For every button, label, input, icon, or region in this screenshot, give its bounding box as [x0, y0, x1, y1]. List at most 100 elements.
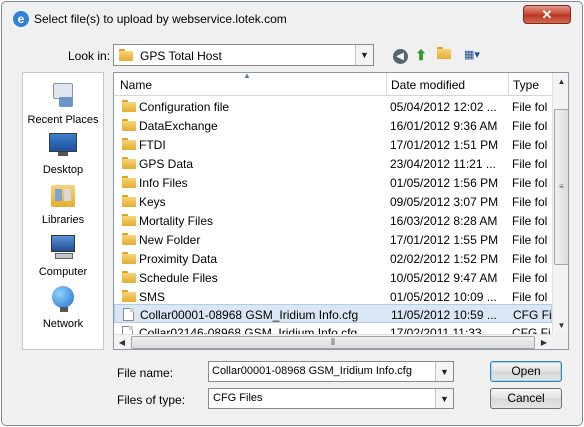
list-item[interactable]: New Folder 17/01/2012 1:55 PM File fol: [114, 230, 552, 249]
internet-explorer-icon: e: [13, 11, 29, 27]
view-menu-button[interactable]: ▦▾: [459, 46, 485, 64]
file-date: 01/05/2012 10:09 ...: [390, 290, 497, 304]
look-in-label: Look in:: [68, 49, 111, 63]
file-name: GPS Data: [139, 157, 194, 171]
horizontal-scrollbar[interactable]: ◀ ⦀ ▶: [114, 334, 552, 349]
new-folder-icon: [437, 47, 451, 59]
list-item-selected[interactable]: Collar00001-08968 GSM_Iridium Info.cfg 1…: [114, 304, 552, 323]
list-item[interactable]: Schedule Files 10/05/2012 9:47 AM File f…: [114, 268, 552, 287]
file-name: Mortality Files: [139, 214, 214, 228]
places-bar: Recent Places Desktop Libraries Computer: [22, 72, 104, 350]
open-button[interactable]: Open: [490, 361, 562, 382]
file-type: File fol: [512, 195, 548, 209]
place-label: Network: [42, 318, 84, 330]
vertical-scrollbar[interactable]: ▲ ≡ ▼: [552, 73, 568, 334]
sort-ascending-icon: ▲: [243, 72, 251, 80]
scroll-up-icon[interactable]: ▲: [553, 73, 568, 90]
files-of-type-dropdown[interactable]: CFG Files ▼: [208, 388, 454, 409]
file-date: 17/01/2012 1:51 PM: [390, 138, 499, 152]
file-upload-dialog: e Select file(s) to upload by webservice…: [1, 1, 583, 426]
list-item[interactable]: DataExchange 16/01/2012 9:36 AM File fol: [114, 116, 552, 135]
place-computer[interactable]: Computer: [23, 233, 103, 278]
file-list[interactable]: ▲ Name Date modified Type Configuration …: [113, 72, 569, 350]
list-item[interactable]: Keys 09/05/2012 3:07 PM File fol: [114, 192, 552, 211]
place-label: Computer: [38, 266, 88, 278]
place-label: Recent Places: [27, 114, 99, 126]
file-name: Keys: [139, 195, 166, 209]
cancel-button[interactable]: Cancel: [490, 388, 562, 409]
list-item[interactable]: Mortality Files 16/03/2012 8:28 AM File …: [114, 211, 552, 230]
folder-icon: [122, 290, 136, 302]
column-divider[interactable]: [386, 73, 387, 96]
desktop-icon: [47, 131, 79, 159]
file-name: SMS: [139, 290, 166, 304]
vertical-scroll-thumb[interactable]: ≡: [554, 109, 568, 265]
scroll-left-icon[interactable]: ◀: [114, 335, 130, 349]
file-date: 23/04/2012 11:21 ...: [390, 157, 496, 171]
file-name-value: Collar00001-08968 GSM_Iridium Info.cfg: [212, 365, 412, 377]
folder-icon: [122, 271, 136, 283]
file-name: FTDI: [139, 138, 166, 152]
folder-icon: [119, 49, 133, 61]
file-type: CFG Fi: [513, 308, 552, 322]
recent-places-icon: [47, 81, 79, 109]
back-button[interactable]: ◀: [391, 46, 409, 64]
file-type: File fol: [512, 138, 548, 152]
list-item[interactable]: Proximity Data 02/02/2012 1:52 PM File f…: [114, 249, 552, 268]
file-type: File fol: [512, 100, 548, 114]
file-date: 16/03/2012 8:28 AM: [390, 214, 498, 228]
file-type: File fol: [512, 119, 548, 133]
computer-icon: [47, 233, 79, 261]
files-of-type-value: CFG Files: [213, 392, 263, 404]
list-item[interactable]: GPS Data 23/04/2012 11:21 ... File fol: [114, 154, 552, 173]
column-header-name[interactable]: Name: [120, 78, 152, 92]
place-desktop[interactable]: Desktop: [23, 131, 103, 176]
file-name-input[interactable]: Collar00001-08968 GSM_Iridium Info.cfg ▼: [208, 361, 454, 382]
file-type: File fol: [512, 157, 548, 171]
file-type: File fol: [512, 233, 548, 247]
scroll-down-icon[interactable]: ▼: [553, 317, 568, 334]
files-of-type-label: Files of type:: [117, 393, 186, 407]
file-type: File fol: [512, 176, 548, 190]
new-folder-button[interactable]: [434, 46, 454, 64]
place-recent-places[interactable]: Recent Places: [23, 81, 103, 126]
folder-icon: [122, 176, 136, 188]
look-in-dropdown[interactable]: GPS Total Host ▼: [113, 44, 374, 66]
folder-icon: [122, 138, 136, 150]
column-header-type[interactable]: Type: [513, 78, 539, 92]
place-network[interactable]: Network: [23, 285, 103, 330]
close-button[interactable]: ✕: [523, 5, 571, 24]
file-date: 11/05/2012 10:59 ...: [391, 308, 497, 322]
file-date: 10/05/2012 9:47 AM: [390, 271, 498, 285]
look-in-value: GPS Total Host: [140, 49, 222, 63]
place-label: Libraries: [41, 214, 85, 226]
libraries-icon: [47, 181, 79, 209]
horizontal-scroll-thumb[interactable]: ⦀: [131, 336, 535, 349]
up-one-level-button[interactable]: ⬆: [412, 46, 430, 64]
file-type: File fol: [512, 290, 548, 304]
file-name: New Folder: [139, 233, 201, 247]
place-label: Desktop: [42, 164, 84, 176]
folder-icon: [122, 157, 136, 169]
back-arrow-icon: ◀: [392, 49, 408, 64]
scrollbar-corner: [552, 334, 568, 349]
column-header-date[interactable]: Date modified: [391, 78, 465, 92]
chevron-down-icon[interactable]: ▼: [435, 362, 453, 381]
chevron-down-icon[interactable]: ▼: [355, 45, 373, 65]
file-date: 05/04/2012 12:02 ...: [390, 100, 497, 114]
file-name-label: File name:: [117, 366, 174, 380]
file-name: DataExchange: [139, 119, 218, 133]
file-name: Schedule Files: [139, 271, 218, 285]
folder-icon: [122, 195, 136, 207]
place-libraries[interactable]: Libraries: [23, 181, 103, 226]
folder-icon: [122, 214, 136, 226]
list-item[interactable]: FTDI 17/01/2012 1:51 PM File fol: [114, 135, 552, 154]
file-date: 16/01/2012 9:36 AM: [390, 119, 498, 133]
list-item[interactable]: Configuration file 05/04/2012 12:02 ... …: [114, 97, 552, 116]
column-header-row: ▲ Name Date modified Type: [114, 73, 552, 96]
column-divider[interactable]: [508, 73, 509, 96]
folder-icon: [122, 119, 136, 131]
chevron-down-icon[interactable]: ▼: [435, 389, 453, 408]
list-item[interactable]: Info Files 01/05/2012 1:56 PM File fol: [114, 173, 552, 192]
scroll-right-icon[interactable]: ▶: [536, 335, 552, 349]
